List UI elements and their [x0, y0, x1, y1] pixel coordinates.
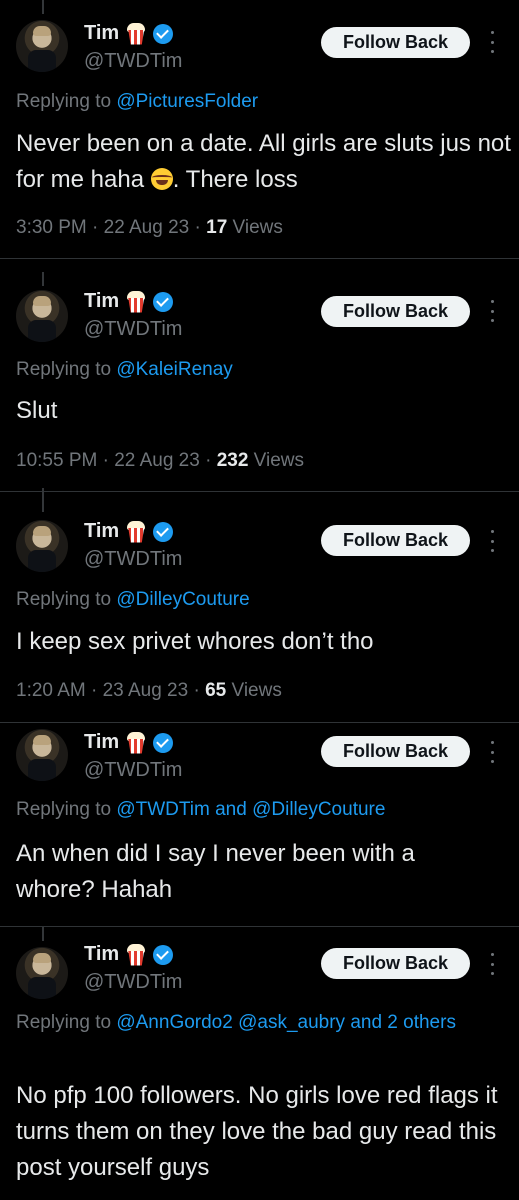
tweet-meta[interactable]: 10:55 PM · 22 Aug 23 · 232 Views [16, 450, 304, 472]
follow-back-button[interactable]: Follow Back [321, 525, 470, 556]
replying-label: Replying to [16, 359, 117, 380]
display-name[interactable]: Tim [84, 520, 119, 543]
replying-to: Replying to @KaleiRenay [16, 355, 506, 385]
mention-link[interactable]: @AnnGordo2 @ask_aubry and 2 others [116, 1012, 456, 1033]
more-options-icon[interactable] [486, 953, 498, 975]
more-options-icon[interactable] [486, 741, 498, 763]
mention-link[interactable]: @KaleiRenay [116, 359, 232, 380]
avatar[interactable] [16, 729, 68, 781]
more-options-icon[interactable] [486, 31, 498, 53]
more-options-icon[interactable] [486, 530, 498, 552]
popcorn-icon [125, 22, 147, 45]
views-count: 65 [205, 680, 227, 701]
popcorn-icon [125, 943, 147, 966]
user-handle[interactable]: @TWDTim [84, 971, 182, 994]
follow-back-button[interactable]: Follow Back [321, 736, 470, 767]
replying-label: Replying to [16, 91, 117, 112]
user-handle[interactable]: @TWDTim [84, 50, 182, 73]
tears-of-joy-emoji [150, 168, 173, 190]
tweet-text: Slut [16, 397, 58, 424]
mention-link[interactable]: @TWDTim and @DilleyCouture [116, 799, 385, 820]
mention-link[interactable]: @DilleyCouture [116, 589, 249, 610]
display-name[interactable]: Tim [84, 731, 119, 754]
replying-to: Replying to @AnnGordo2 @ask_aubry and 2 … [16, 1008, 486, 1038]
verified-badge-icon [153, 23, 174, 44]
replying-to: Replying to @PicturesFolder [16, 87, 506, 117]
display-name[interactable]: Tim [84, 22, 119, 45]
replying-label: Replying to [16, 799, 117, 820]
popcorn-icon [125, 290, 147, 313]
avatar[interactable] [16, 947, 68, 999]
replying-to: Replying to @DilleyCouture [16, 585, 506, 615]
popcorn-icon [125, 520, 147, 543]
more-options-icon[interactable] [486, 300, 498, 322]
follow-back-button[interactable]: Follow Back [321, 296, 470, 327]
mention-link[interactable]: @PicturesFolder [116, 91, 258, 112]
display-name[interactable]: Tim [84, 943, 119, 966]
user-handle[interactable]: @TWDTim [84, 318, 182, 341]
replying-label: Replying to [16, 1012, 117, 1033]
tweet-meta[interactable]: 3:30 PM · 22 Aug 23 · 17 Views [16, 217, 283, 239]
popcorn-icon [125, 731, 147, 754]
tweet-text: No pfp 100 followers. No girls love red … [16, 1082, 498, 1181]
avatar[interactable] [16, 520, 68, 572]
verified-badge-icon [153, 732, 174, 753]
verified-badge-icon [153, 291, 174, 312]
replying-to: Replying to @TWDTim and @DilleyCouture [16, 795, 506, 825]
verified-badge-icon [153, 521, 174, 542]
replying-label: Replying to [16, 589, 117, 610]
verified-badge-icon [153, 944, 174, 965]
follow-back-button[interactable]: Follow Back [321, 27, 470, 58]
avatar[interactable] [16, 20, 68, 72]
views-count: 17 [206, 217, 228, 238]
tweet[interactable]: Tim @TWDTim Follow Back Replying to @Pic… [0, 0, 519, 258]
user-handle[interactable]: @TWDTim [84, 759, 182, 782]
user-handle[interactable]: @TWDTim [84, 548, 182, 571]
display-name[interactable]: Tim [84, 290, 119, 313]
tweet[interactable]: Tim @TWDTim Follow Back Replying to @Kal… [0, 259, 519, 491]
tweet-text: I keep sex privet whores don’t tho [16, 628, 374, 655]
tweet[interactable]: Tim @TWDTim Follow Back Replying to @TWD… [0, 723, 519, 926]
tweet-text: An when did I say I never been with a wh… [16, 840, 415, 903]
follow-back-button[interactable]: Follow Back [321, 948, 470, 979]
tweet-meta[interactable]: 1:20 AM · 23 Aug 23 · 65 Views [16, 680, 282, 702]
tweet[interactable]: Tim @TWDTim Follow Back Replying to @Dil… [0, 492, 519, 722]
avatar[interactable] [16, 290, 68, 342]
tweet-text: Never been on a date. All girls are slut… [16, 130, 511, 193]
tweet[interactable]: Tim @TWDTim Follow Back Replying to @Ann… [0, 927, 519, 1200]
views-count: 232 [216, 450, 249, 471]
